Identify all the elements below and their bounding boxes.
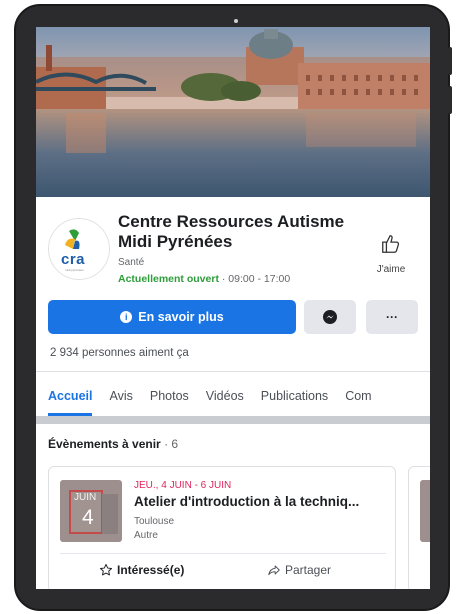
camera-dot (234, 19, 238, 23)
page-category[interactable]: Santé (118, 257, 144, 268)
tab-avis[interactable]: Avis (109, 386, 132, 416)
events-title: Évènements à venir (48, 437, 161, 451)
next-event-thumbnail (420, 480, 430, 542)
next-event-card[interactable] (408, 466, 430, 589)
event-location: Toulouse (134, 516, 175, 527)
section-separator (36, 416, 430, 424)
page-logo[interactable]: cra midi pyrénées (48, 218, 110, 280)
like-page-button[interactable]: J'aime (366, 233, 416, 275)
facebook-page-screen: cra midi pyrénées Centre Ressources Auti… (36, 27, 430, 589)
tab-communaute[interactable]: Com (345, 386, 371, 416)
event-title[interactable]: Atelier d'introduction à la techniq... (134, 494, 359, 509)
learn-more-label: En savoir plus (138, 310, 224, 324)
event-type: Autre (134, 530, 158, 541)
likes-count[interactable]: 2 934 personnes aiment ça (50, 347, 189, 359)
tab-publications[interactable]: Publications (261, 386, 328, 416)
tab-accueil[interactable]: Accueil (48, 386, 93, 416)
thumbnail-month: JUIN (74, 492, 97, 503)
logo-subtext: midi pyrénées (65, 268, 84, 272)
interested-button[interactable]: Intéressé(e) (99, 563, 184, 577)
more-options-button[interactable]: ··· (366, 300, 418, 334)
events-heading: Évènements à venir · 6 (48, 437, 178, 451)
divider (36, 371, 430, 372)
info-icon: i (120, 311, 133, 323)
star-icon (99, 563, 113, 576)
opening-hours: Actuellement ouvert · 09:00 - 17:00 (118, 273, 290, 285)
page-tabs: Accueil Avis Photos Vidéos Publications Com (48, 386, 389, 416)
share-icon (268, 565, 280, 576)
messenger-button[interactable] (304, 300, 356, 334)
events-count: · 6 (160, 437, 179, 451)
thumbnail-panel (102, 494, 118, 534)
logo-text: cra (61, 251, 86, 268)
thumbnail-day: 4 (82, 506, 94, 529)
event-divider (60, 553, 386, 554)
cover-photo (36, 27, 430, 197)
tab-videos[interactable]: Vidéos (206, 386, 244, 416)
share-label: Partager (285, 563, 332, 577)
volume-button-2 (448, 86, 452, 114)
hours-range: · 09:00 - 17:00 (218, 273, 291, 285)
open-status: Actuellement ouvert (118, 273, 219, 285)
thumbs-up-icon (382, 235, 400, 253)
interested-label: Intéressé(e) (117, 563, 185, 577)
share-button[interactable]: Partager (267, 563, 331, 577)
like-label: J'aime (376, 264, 406, 275)
volume-button (448, 47, 452, 75)
learn-more-button[interactable]: i En savoir plus (48, 300, 296, 334)
more-icon: ··· (386, 310, 398, 324)
event-thumbnail: JUIN 4 (60, 480, 122, 542)
tab-photos[interactable]: Photos (150, 386, 189, 416)
event-card[interactable]: JUIN 4 JEU., 4 JUIN - 6 JUIN Atelier d'i… (48, 466, 396, 589)
page-title: Centre Ressources Autisme Midi Pyrénées (118, 212, 345, 251)
event-date: JEU., 4 JUIN - 6 JUIN (134, 480, 232, 491)
messenger-icon (323, 310, 337, 324)
